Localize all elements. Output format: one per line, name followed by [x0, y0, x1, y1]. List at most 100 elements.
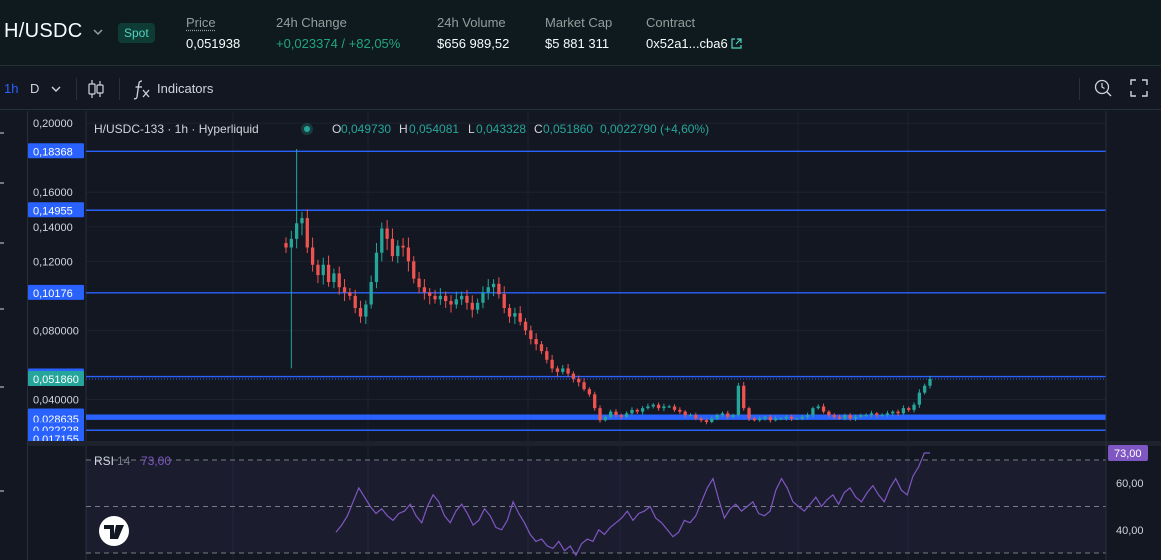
candle-body	[891, 411, 895, 414]
fx-icon[interactable]	[133, 78, 151, 100]
rsi-last-value-text: 73,00	[1114, 448, 1142, 460]
legend-low-value: 0,043328	[476, 122, 526, 136]
candle-body	[742, 385, 746, 409]
candle-body	[901, 408, 906, 414]
candle-body	[507, 307, 512, 317]
candle-body	[789, 416, 794, 419]
price-label-text: 0,10176	[33, 288, 73, 300]
candle-body	[289, 238, 293, 248]
candle-body	[859, 415, 863, 417]
chevron-down-icon[interactable]	[91, 25, 105, 39]
rsi-legend-name: RSI	[94, 454, 114, 468]
candle-body	[353, 295, 357, 308]
candle-body	[310, 247, 315, 265]
price-axis-tick-label: 0,16000	[33, 187, 73, 199]
candle-body	[571, 373, 576, 379]
candle-body	[619, 415, 623, 417]
candle-body	[885, 413, 890, 416]
stat-label: 24h Volume	[437, 15, 506, 30]
legend-change: 0,0022790 (+4,60%)	[600, 122, 709, 136]
candle-body	[582, 382, 586, 390]
candle-body	[380, 228, 384, 253]
chart-area[interactable]: 0,20000 0,16000 0,14000 0,12000 0,080000 0,04…	[28, 111, 1161, 560]
contract-link[interactable]: 0x52a1...cba6	[646, 36, 742, 51]
candle-body	[300, 218, 304, 224]
candle-body	[491, 283, 496, 288]
candle-body	[688, 415, 693, 417]
candle-body	[428, 292, 432, 296]
chevron-down-icon[interactable]	[50, 83, 62, 95]
stat-label: 24h Change	[276, 15, 347, 30]
candle-body	[529, 330, 533, 340]
candle-body	[710, 418, 714, 422]
candle-body	[917, 392, 922, 405]
stat-value: $5 881 311	[545, 36, 610, 51]
stat-value: 0,051938	[186, 36, 241, 51]
candle-body	[326, 264, 331, 283]
legend-high-label: H	[399, 122, 408, 136]
zoom-icon[interactable]	[1093, 78, 1113, 98]
candle-body	[720, 413, 725, 416]
candle-body	[438, 295, 442, 300]
candle-body	[672, 406, 677, 410]
candle-body	[646, 406, 650, 409]
stat-label: Price	[186, 15, 216, 30]
price-label-text: 0,18368	[33, 146, 73, 158]
candles-icon[interactable]	[86, 78, 106, 100]
candle-body	[332, 273, 336, 283]
legend-symbol: H/USDC-133 · 1h · Hyperliquid	[94, 122, 259, 136]
candle-body	[470, 302, 474, 310]
candle-body	[662, 406, 666, 409]
drawing-tools	[0, 132, 4, 492]
stat-24h-change: 24h Change +0,023374 / +82,05%	[276, 15, 400, 51]
fullscreen-icon[interactable]	[1130, 79, 1148, 97]
candle-body	[550, 359, 554, 369]
candle-body	[768, 416, 772, 421]
candle-body	[561, 368, 565, 372]
rsi-axis-tick-label: 40,00	[1116, 525, 1144, 537]
candle-body	[603, 416, 607, 421]
pair-selector[interactable]: H/USDC	[4, 20, 82, 43]
candle-body	[747, 408, 751, 419]
candle-body	[614, 411, 618, 416]
candle-body	[454, 299, 458, 305]
price-axis-tick-label: 0,080000	[33, 325, 79, 337]
stat-value: +0,023374 / +82,05%	[276, 36, 401, 51]
candle-body	[412, 261, 416, 279]
price-chart[interactable]: 0,20000 0,16000 0,14000 0,12000 0,080000 0,04…	[28, 111, 1161, 560]
candle-body	[321, 264, 325, 276]
candle-body	[534, 339, 538, 345]
candle-body	[358, 307, 363, 317]
candle-body	[827, 411, 831, 416]
candle-body	[545, 351, 549, 360]
external-link-icon[interactable]	[731, 38, 742, 49]
candle-body	[294, 223, 299, 239]
stat-market-cap: Market Cap $5 881 311	[545, 15, 612, 51]
candle-body	[923, 385, 927, 393]
contract-address[interactable]: 0x52a1...cba6	[646, 36, 728, 51]
candle-body	[406, 247, 411, 262]
candle-body	[678, 409, 682, 412]
candle-body	[779, 418, 783, 420]
market-header: H/USDC Spot Price 0,051938 24h Change +0…	[0, 0, 1161, 66]
toolbar-divider	[119, 78, 120, 100]
candle-body	[396, 245, 400, 257]
candle-body	[587, 389, 592, 395]
candle-body	[284, 243, 288, 248]
candle-body	[640, 408, 645, 412]
candle-body	[763, 416, 767, 419]
range-d-button[interactable]: D	[30, 81, 39, 96]
market-type-badge: Spot	[118, 23, 155, 43]
candle-body	[630, 409, 634, 414]
legend-open-value: 0,049730	[341, 122, 391, 136]
stat-price: Price 0,051938	[186, 15, 240, 51]
candle-body	[864, 415, 868, 417]
candle-body	[752, 418, 757, 421]
candle-body	[401, 245, 405, 248]
candle-body	[774, 418, 778, 421]
candle-body	[444, 295, 448, 302]
indicators-button[interactable]: Indicators	[157, 81, 213, 96]
interval-1h-button[interactable]: 1h	[4, 81, 18, 96]
candle-body	[715, 415, 719, 419]
market-status-icon	[304, 126, 310, 132]
